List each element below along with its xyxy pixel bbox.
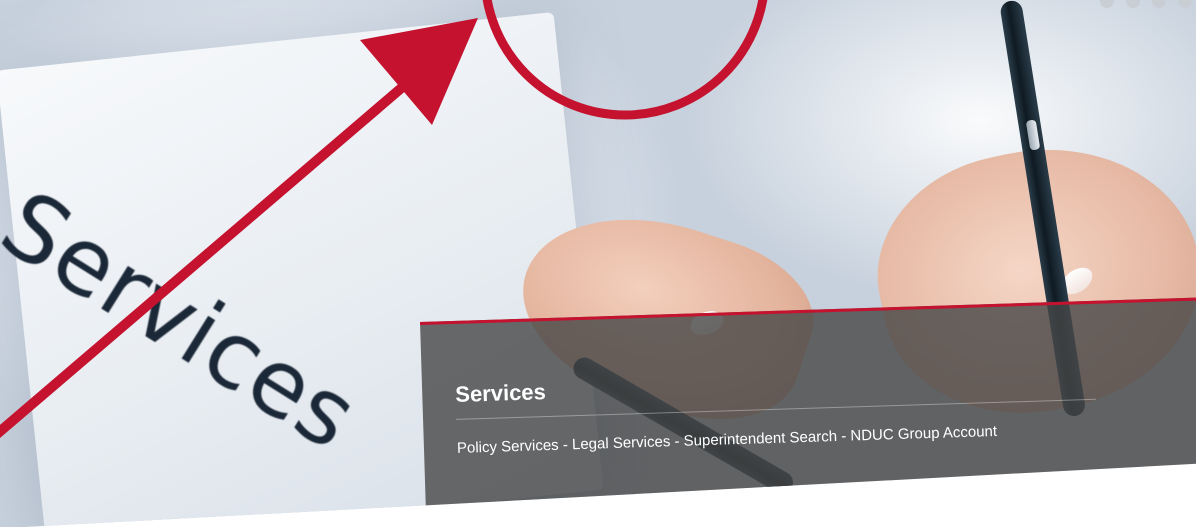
caption-title: Services: [454, 379, 547, 407]
link-separator: -: [836, 427, 851, 445]
link-separator: -: [670, 432, 684, 451]
slider-dot-2[interactable]: [1126, 0, 1140, 8]
slide-caption: Services Policy Services - Legal Service…: [420, 296, 1196, 527]
slider-dot-4[interactable]: [1178, 0, 1192, 8]
slide-image: Services Services Policy Services - Lega…: [0, 0, 1196, 527]
link-separator: -: [558, 436, 573, 454]
link-legal-services[interactable]: Legal Services: [572, 433, 671, 453]
slider-dot-1[interactable]: [1100, 0, 1114, 8]
caption-divider: [456, 398, 1096, 420]
caption-links: Policy Services - Legal Services - Super…: [457, 423, 998, 457]
link-superintendent-search[interactable]: Superintendent Search: [683, 428, 837, 450]
slider-dot-3[interactable]: [1152, 0, 1166, 8]
link-policy-services[interactable]: Policy Services: [457, 437, 559, 457]
slider-dots: [1100, 0, 1192, 8]
link-nduc-group-account[interactable]: NDUC Group Account: [850, 423, 997, 445]
red-arrow-shaft: [0, 50, 445, 445]
hero-slider: Services Services Policy Services - Lega…: [0, 0, 1196, 527]
red-circle-highlight: [480, 0, 770, 120]
